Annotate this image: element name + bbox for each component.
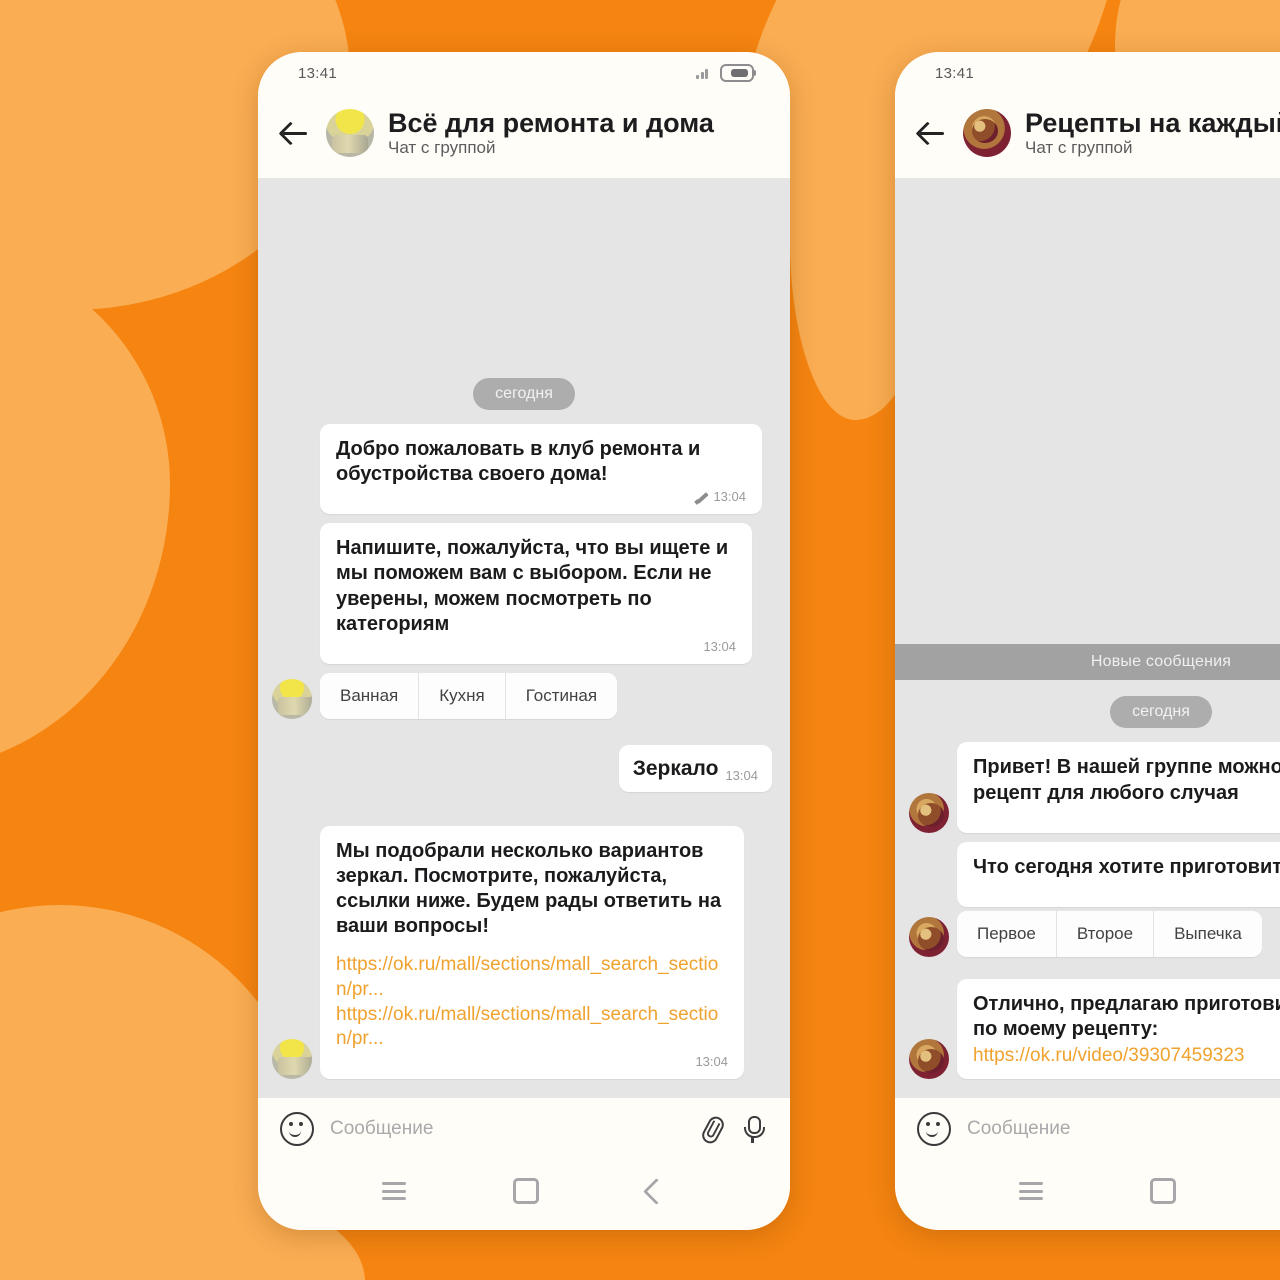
sender-avatar[interactable] — [909, 1039, 949, 1079]
quick-replies-row: Первое Второе Выпечка — [895, 910, 1280, 957]
status-clock: 13:41 — [298, 64, 338, 82]
chat-subtitle: Чат с группой — [1025, 137, 1133, 157]
message-text: Что сегодня хотите приготовить? — [973, 855, 1280, 878]
message-bubble-incoming[interactable]: Что сегодня хотите приготовить? 1 — [957, 841, 1280, 907]
android-nav-bar — [895, 1160, 1280, 1230]
message-composer: Сообщение — [895, 1098, 1280, 1160]
message-text: Отлично, предлагаю приготовить пирог по … — [973, 992, 1280, 1041]
status-clock: 13:41 — [935, 64, 975, 82]
message-bubble-incoming[interactable]: Добро пожаловать в клуб ремонта и обустр… — [320, 423, 762, 515]
message-time: 13:04 — [703, 639, 736, 655]
message-bubble-incoming[interactable]: Привет! В нашей группе можно найти рецеп… — [957, 742, 1280, 833]
message-time: 13:04 — [725, 767, 758, 783]
message-row: Напишите, пожалуйста, что вы ищете и мы … — [258, 523, 790, 665]
message-text: Привет! В нашей группе можно найти рецеп… — [973, 756, 1280, 804]
group-avatar-recipes[interactable] — [963, 109, 1011, 157]
quick-reply-button[interactable]: Первое — [957, 910, 1057, 957]
message-text: Мы подобрали несколько вариантов зеркал.… — [336, 839, 722, 938]
message-row: Добро пожаловать в клуб ремонта и обустр… — [258, 423, 790, 515]
chat-header: Рецепты на каждый Чат с группой — [895, 94, 1280, 178]
message-row: Отлично, предлагаю приготовить пирог по … — [895, 978, 1280, 1079]
chat-message-area[interactable]: Новые сообщения сегодня Привет! В нашей … — [895, 178, 1280, 1098]
quick-reply-button[interactable]: Второе — [1056, 910, 1155, 957]
quick-replies-group: Первое Второе Выпечка — [957, 910, 1262, 957]
day-separator: сегодня — [895, 696, 1280, 729]
quick-replies-group: Ванная Кухня Гостиная — [320, 673, 618, 720]
group-avatar-repair[interactable] — [326, 109, 374, 157]
quick-replies-row: Ванная Кухня Гостиная — [258, 673, 790, 720]
recents-menu-icon[interactable] — [1018, 1182, 1043, 1200]
message-bubble-outgoing[interactable]: Зеркало 13:04 — [618, 745, 772, 792]
signal-bars-icon — [696, 67, 708, 79]
message-row: Привет! В нашей группе можно найти рецеп… — [895, 742, 1280, 833]
chat-subtitle: Чат с группой — [388, 137, 496, 157]
message-input[interactable]: Сообщение — [967, 1118, 1280, 1140]
message-input[interactable]: Сообщение — [330, 1118, 680, 1140]
background-blob — [0, 250, 170, 770]
message-row: Зеркало 13:04 — [258, 745, 790, 792]
android-nav-bar — [258, 1160, 790, 1230]
chat-message-area[interactable]: сегодня Добро пожаловать в клуб ремонта … — [258, 178, 790, 1098]
message-link[interactable]: https://ok.ru/video/39307459323 — [973, 1044, 1280, 1069]
status-bar: 13:41 — [258, 52, 790, 94]
message-text: Напишите, пожалуйста, что вы ищете и мы … — [336, 537, 729, 635]
chat-title: Рецепты на каждый — [1025, 107, 1280, 138]
battery-icon — [720, 64, 756, 82]
message-link[interactable]: https://ok.ru/mall/sections/mall_search_… — [336, 953, 728, 1002]
paperclip-icon[interactable] — [696, 1114, 724, 1144]
phone-mockup-recipes-chat: 13:41 Рецепты на каждый Чат с группой Но… — [895, 52, 1280, 1230]
message-links: https://ok.ru/video/39307459323 — [973, 1044, 1280, 1069]
recents-menu-icon[interactable] — [381, 1182, 406, 1200]
message-meta: 13:04 — [336, 1054, 728, 1069]
message-bubble-incoming[interactable]: Отлично, предлагаю приготовить пирог по … — [957, 978, 1280, 1079]
message-meta: 13 — [973, 808, 1280, 823]
message-meta: 13:04 — [336, 639, 736, 654]
message-text: Добро пожаловать в клуб ремонта и обустр… — [336, 437, 701, 486]
emoji-smiley-icon[interactable] — [917, 1112, 951, 1146]
new-messages-divider: Новые сообщения — [895, 644, 1280, 681]
microphone-icon[interactable] — [740, 1114, 766, 1144]
message-meta: 13:04 — [336, 489, 746, 504]
chat-title: Всё для ремонта и дома — [388, 107, 714, 138]
sender-avatar[interactable] — [909, 916, 949, 957]
home-square-icon[interactable] — [1150, 1178, 1177, 1204]
message-links: https://ok.ru/mall/sections/mall_search_… — [336, 953, 728, 1052]
message-meta: 13:04 — [725, 768, 758, 783]
day-pill-label: сегодня — [473, 377, 575, 410]
home-square-icon[interactable] — [513, 1178, 540, 1204]
quick-reply-button[interactable]: Ванная — [320, 673, 420, 720]
day-separator: сегодня — [258, 377, 790, 410]
back-arrow-icon[interactable] — [278, 116, 312, 150]
sender-avatar[interactable] — [272, 679, 312, 720]
quick-reply-button[interactable]: Гостиная — [505, 673, 618, 720]
back-chevron-icon[interactable] — [643, 1177, 671, 1205]
pencil-icon — [695, 490, 709, 504]
back-arrow-icon[interactable] — [915, 116, 949, 150]
sender-avatar[interactable] — [909, 792, 949, 833]
message-row: Мы подобрали несколько вариантов зеркал.… — [258, 825, 790, 1079]
message-bubble-incoming[interactable]: Мы подобрали несколько вариантов зеркал.… — [320, 825, 744, 1079]
message-link[interactable]: https://ok.ru/mall/sections/mall_search_… — [336, 1003, 728, 1052]
chat-header: Всё для ремонта и дома Чат с группой — [258, 94, 790, 178]
quick-reply-button[interactable]: Выпечка — [1154, 910, 1262, 957]
message-text: Зеркало — [632, 757, 719, 781]
emoji-smiley-icon[interactable] — [280, 1112, 314, 1146]
day-pill-label: сегодня — [1110, 696, 1212, 729]
message-meta: 1 — [973, 882, 1280, 897]
quick-reply-button[interactable]: Кухня — [419, 673, 506, 720]
message-row: Что сегодня хотите приготовить? 1 — [895, 841, 1280, 907]
message-time: 13:04 — [713, 489, 746, 505]
message-time: 13:04 — [695, 1054, 728, 1069]
status-bar: 13:41 — [895, 52, 1280, 94]
message-composer: Сообщение — [258, 1098, 790, 1160]
message-bubble-incoming[interactable]: Напишите, пожалуйста, что вы ищете и мы … — [320, 523, 752, 665]
sender-avatar[interactable] — [272, 1039, 312, 1079]
phone-mockup-repair-chat: 13:41 Всё для ремонта и дома Чат с групп… — [258, 52, 790, 1230]
